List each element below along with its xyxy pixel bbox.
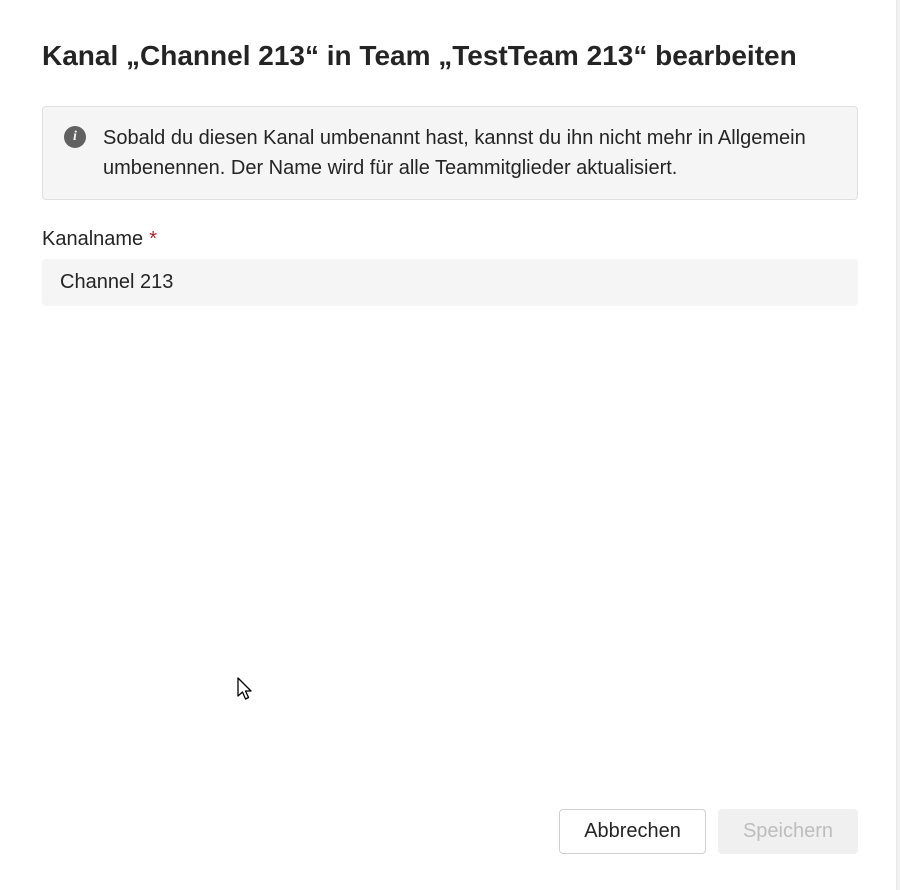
channel-name-input[interactable] bbox=[42, 259, 858, 306]
save-button: Speichern bbox=[718, 809, 858, 854]
channel-name-label-text: Kanalname bbox=[42, 228, 143, 251]
info-icon-wrap: i bbox=[63, 125, 87, 149]
dialog-button-row: Abbrechen Speichern bbox=[42, 809, 858, 854]
channel-name-label: Kanalname * bbox=[42, 228, 858, 251]
required-asterisk: * bbox=[149, 228, 157, 251]
spacer bbox=[42, 306, 858, 809]
info-banner: i Sobald du diesen Kanal umbenannt hast,… bbox=[42, 106, 858, 200]
cancel-button[interactable]: Abbrechen bbox=[559, 809, 706, 854]
info-icon: i bbox=[64, 126, 86, 148]
edit-channel-dialog: Kanal „Channel 213“ in Team „TestTeam 21… bbox=[0, 0, 900, 890]
info-banner-text: Sobald du diesen Kanal umbenannt hast, k… bbox=[103, 123, 837, 183]
dialog-title: Kanal „Channel 213“ in Team „TestTeam 21… bbox=[42, 38, 858, 74]
